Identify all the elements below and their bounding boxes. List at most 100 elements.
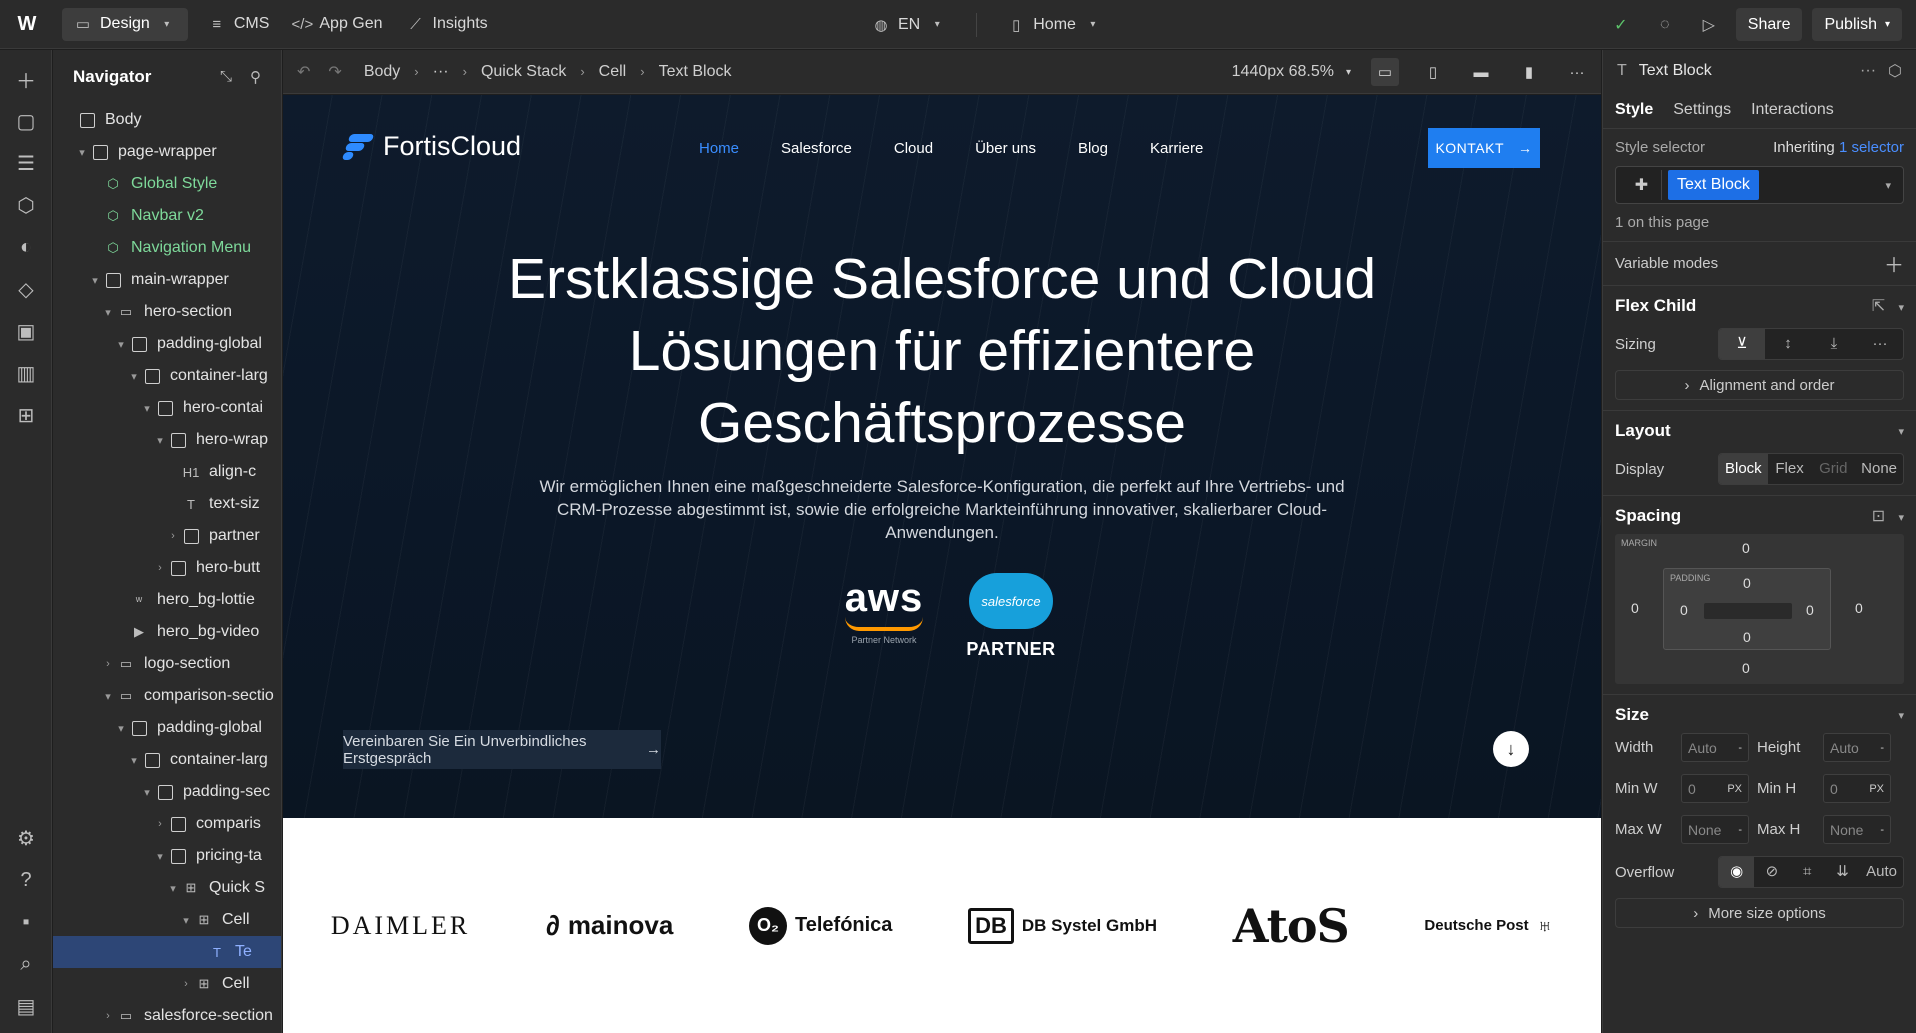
shrink-icon[interactable]: ⊻	[1719, 329, 1765, 359]
chevron-down-icon[interactable]: ▾	[1898, 512, 1904, 524]
margin-left[interactable]: 0	[1631, 600, 1639, 616]
navigator-item[interactable]: ▾ ⊞ Cell	[53, 904, 281, 936]
navigator-item[interactable]: › ⊞ Cell	[53, 968, 281, 1000]
chevron-down-icon[interactable]: ▾	[100, 690, 116, 703]
navigator-item[interactable]: ▾ pricing-ta	[53, 840, 281, 872]
chevron-down-icon[interactable]: ▾	[1898, 425, 1904, 438]
scroll-down-icon[interactable]: ↓	[1493, 731, 1529, 767]
apps-icon[interactable]: ⊞	[0, 394, 52, 436]
site-nav-link[interactable]: Home	[678, 140, 760, 157]
scroll-icon[interactable]: ⌗	[1790, 857, 1825, 887]
navigator-item[interactable]: ▾ padding-sec	[53, 776, 281, 808]
chevron-down-icon[interactable]: ▾	[139, 786, 155, 799]
no-shrink-icon[interactable]: ⤓	[1811, 329, 1857, 359]
share-button[interactable]: Share	[1735, 8, 1803, 41]
navigator-item[interactable]: ⬡ Navbar v2	[53, 200, 281, 232]
audit-icon[interactable]: ▪	[0, 901, 52, 943]
min-width-input[interactable]: 0 PX	[1681, 774, 1749, 803]
chevron-down-icon[interactable]: ▾	[126, 754, 142, 767]
cms-book-icon[interactable]: ▥	[0, 352, 52, 394]
navigator-item[interactable]: › ▭ logo-section	[53, 648, 281, 680]
chevron-down-icon[interactable]: ▾	[87, 274, 103, 287]
app-gen-button[interactable]: </> App Gen	[281, 8, 394, 41]
alignment-order-button[interactable]: › Alignment and order	[1615, 370, 1904, 400]
more-icon[interactable]: ···	[1860, 62, 1876, 80]
search-icon[interactable]: ⌕	[0, 943, 52, 985]
navigator-item[interactable]: ▶ hero_bg-video	[53, 616, 281, 648]
settings-icon[interactable]: ⚙	[0, 817, 52, 859]
breadcrumb-item[interactable]: Body	[364, 63, 400, 81]
selector-add-icon[interactable]: ✚	[1622, 170, 1662, 200]
components-icon[interactable]: ⬡	[0, 184, 52, 226]
more-icon[interactable]: ···	[1563, 58, 1591, 86]
collapse-icon[interactable]: ⤡	[220, 68, 232, 86]
navigator-item[interactable]: › partner	[53, 520, 281, 552]
chevron-right-icon[interactable]: ›	[100, 658, 116, 670]
preview-play-icon[interactable]: ▷	[1692, 8, 1726, 41]
chevron-down-icon[interactable]: ▾	[152, 434, 168, 447]
navigator-item[interactable]: ▾ hero-wrap	[53, 424, 281, 456]
tab-settings[interactable]: Settings	[1673, 101, 1731, 119]
breadcrumb-item[interactable]: Quick Stack	[481, 63, 566, 81]
spacing-preset-icon[interactable]: ⊡	[1872, 508, 1885, 525]
help-icon[interactable]: ?	[0, 859, 52, 901]
navigator-item[interactable]: Body	[53, 104, 281, 136]
navigator-item[interactable]: T Te	[53, 936, 281, 968]
desktop-breakpoint-icon[interactable]: ▭	[1371, 58, 1399, 86]
chevron-down-icon[interactable]: ▾	[1346, 67, 1351, 78]
width-input[interactable]: Auto -	[1681, 733, 1749, 762]
publish-button[interactable]: Publish ▾	[1812, 8, 1902, 41]
navigator-item[interactable]: ▾ main-wrapper	[53, 264, 281, 296]
hero-section[interactable]: FortisCloud Home Salesforce Cloud Über uns B…	[283, 95, 1601, 818]
navigator-item[interactable]: ▾ padding-global	[53, 328, 281, 360]
site-nav-link[interactable]: Karriere	[1129, 140, 1224, 157]
breadcrumb-item[interactable]: Cell	[599, 63, 627, 81]
tab-interactions[interactable]: Interactions	[1751, 101, 1834, 119]
chevron-right-icon[interactable]: ›	[178, 978, 194, 990]
comment-icon[interactable]: ◌	[1648, 8, 1682, 41]
site-nav-link[interactable]: Blog	[1057, 140, 1129, 157]
chevron-down-icon[interactable]: ▾	[113, 722, 129, 735]
min-height-input[interactable]: 0 PX	[1823, 774, 1891, 803]
add-icon[interactable]: ＋	[0, 58, 52, 100]
cta-button[interactable]: Vereinbaren Sie Ein Unverbindliches Erst…	[343, 730, 661, 769]
display-none[interactable]: None	[1855, 454, 1903, 484]
chevron-right-icon[interactable]: ›	[152, 562, 168, 574]
navigator-item[interactable]: ⬡ Global Style	[53, 168, 281, 200]
clip-icon[interactable]: ⇊	[1825, 857, 1860, 887]
locale-selector[interactable]: ◍ EN ▾	[860, 8, 958, 41]
chevron-down-icon[interactable]: ▾	[100, 306, 116, 319]
chevron-down-icon[interactable]: ▾	[126, 370, 142, 383]
site-nav-link[interactable]: Salesforce	[760, 140, 873, 157]
chevron-down-icon[interactable]: ▾	[1885, 179, 1891, 192]
navigator-item[interactable]: H1 align-c	[53, 456, 281, 488]
assets-icon[interactable]: ▣	[0, 310, 52, 352]
add-icon[interactable]: ＋	[1884, 249, 1904, 278]
display-block[interactable]: Block	[1719, 454, 1768, 484]
viewport-size[interactable]: 1440px 68.5%	[1232, 63, 1334, 81]
mobile-portrait-icon[interactable]: ▮	[1515, 58, 1543, 86]
video-tutorial-icon[interactable]: ▤	[0, 985, 52, 1027]
insights-button[interactable]: ⟋ Insights	[395, 8, 500, 41]
logo-section[interactable]: DAIMLER ∂ mainova O₂ Telefónica DB DB Sy…	[283, 818, 1601, 1033]
site-nav-link[interactable]: Über uns	[954, 140, 1057, 157]
component-icon[interactable]: ⬡	[1888, 61, 1902, 81]
display-grid[interactable]: Grid	[1811, 454, 1855, 484]
chevron-down-icon[interactable]: ▾	[165, 882, 181, 895]
height-input[interactable]: Auto -	[1823, 733, 1891, 762]
navigator-icon[interactable]: ☰	[0, 142, 52, 184]
cms-button[interactable]: ≡ CMS	[196, 8, 282, 41]
check-icon[interactable]: ✓	[1604, 8, 1638, 41]
styles-icon[interactable]: ◇	[0, 268, 52, 310]
navigator-item[interactable]: ▾ container-larg	[53, 744, 281, 776]
display-flex[interactable]: Flex	[1768, 454, 1812, 484]
visible-eye-icon[interactable]: ◉	[1719, 857, 1755, 887]
flex-child-reset-icon[interactable]: ⇱	[1872, 298, 1885, 315]
pages-icon[interactable]: ▢	[0, 100, 52, 142]
navigator-item[interactable]: ▾ ▭ hero-section	[53, 296, 281, 328]
navigator-item[interactable]: ʷ hero_bg-lottie	[53, 584, 281, 616]
hero-subtext[interactable]: Wir ermöglichen Ihnen eine maßgeschneide…	[527, 475, 1357, 544]
chevron-down-icon[interactable]: ▾	[152, 850, 168, 863]
more-size-options-button[interactable]: › More size options	[1615, 898, 1904, 928]
navigator-item[interactable]: ▾ container-larg	[53, 360, 281, 392]
